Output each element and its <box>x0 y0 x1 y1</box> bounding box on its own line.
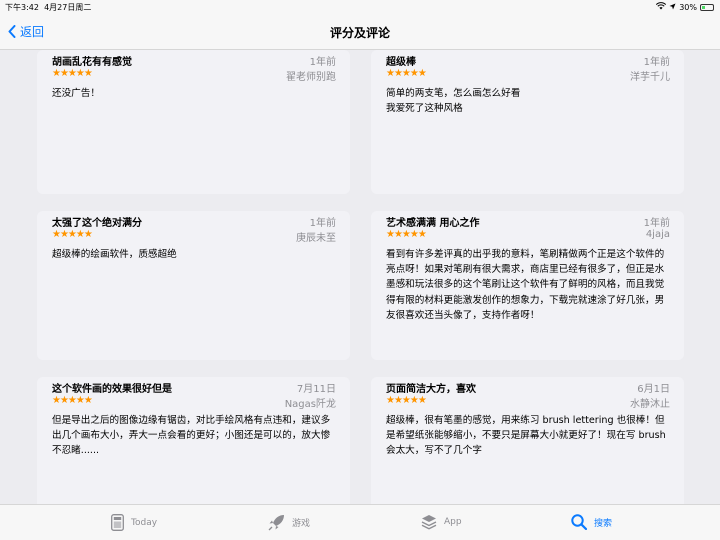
tab-games[interactable]: 游戏 <box>268 514 310 531</box>
tab-search[interactable]: 搜索 <box>571 514 612 530</box>
status-bar: 下午3:42 4月27日周二 30% <box>0 0 720 14</box>
review-stars: ★★★★★ <box>386 68 427 79</box>
review-card[interactable]: 太强了这个绝对满分 1年前 ★★★★★ 庚辰未至 超级棒的绘画软件，质感超绝 <box>37 211 350 360</box>
review-stars: ★★★★★ <box>386 229 427 240</box>
review-title: 超级棒 <box>386 57 416 68</box>
status-right: 30% <box>656 2 714 12</box>
tab-label: 游戏 <box>292 519 311 529</box>
review-author: 洋芋千儿 <box>630 72 670 83</box>
review-author: Nagas阡龙 <box>284 399 336 410</box>
tab-bar: Today 游戏 App 搜索 <box>0 504 720 540</box>
tab-label: 搜索 <box>594 518 613 529</box>
tab-apps[interactable]: App <box>421 514 462 530</box>
tab-label: App <box>444 517 462 527</box>
review-body: 超级棒，很有笔墨的感觉，用来练习 brush lettering 也很棒！但是希… <box>386 415 666 457</box>
review-stars: ★★★★★ <box>52 395 93 406</box>
rocket-icon <box>268 515 284 531</box>
review-title: 太强了这个绝对满分 <box>52 218 142 229</box>
today-icon <box>111 514 124 531</box>
review-body: 超级棒的绘画软件，质感超绝 <box>52 249 177 260</box>
review-date: 6月1日 <box>637 384 670 395</box>
review-card[interactable]: 胡画乱花有有感觉 1年前 ★★★★★ 翟老师别跑 还没广告！ <box>37 50 350 194</box>
review-author: 水静沐止 <box>630 399 670 410</box>
review-author: 4jaja <box>645 229 670 240</box>
location-icon <box>669 3 676 12</box>
status-time: 下午3:42 <box>5 3 39 12</box>
review-date: 1年前 <box>309 57 336 68</box>
battery-fill <box>702 5 705 9</box>
page-title: 评分及评论 <box>329 26 390 40</box>
review-title: 这个软件画的效果很好但是 <box>52 384 172 395</box>
status-date: 4月27日周二 <box>44 3 92 12</box>
review-card[interactable]: 页面简洁大方，喜欢 6月1日 ★★★★★ 水静沐止 超级棒，很有笔墨的感觉，用来… <box>371 377 684 504</box>
search-icon <box>571 514 587 530</box>
tab-today[interactable]: Today <box>111 514 157 531</box>
status-left: 下午3:42 4月27日周二 <box>5 2 91 13</box>
wifi-icon <box>656 2 667 12</box>
review-date: 1年前 <box>643 57 670 68</box>
review-title: 页面简洁大方，喜欢 <box>386 384 476 395</box>
review-card[interactable]: 艺术感满满 用心之作 1年前 ★★★★★ 4jaja 看到有许多差评真的出乎我的… <box>371 211 684 360</box>
review-stars: ★★★★★ <box>52 68 93 79</box>
review-author: 庚辰未至 <box>296 233 336 244</box>
review-date: 1年前 <box>309 218 336 229</box>
review-card[interactable]: 这个软件画的效果很好但是 7月11日 ★★★★★ Nagas阡龙 但是导出之后的… <box>37 377 350 504</box>
tab-label: Today <box>131 517 158 528</box>
review-date: 1年前 <box>643 218 670 229</box>
review-body: 简单的两支笔，怎么画怎么好看 我爱死了这种风格 <box>386 88 521 115</box>
battery-icon <box>700 3 714 11</box>
review-author: 翟老师别跑 <box>286 72 336 83</box>
review-date: 7月11日 <box>296 384 336 395</box>
review-stars: ★★★★★ <box>52 229 93 240</box>
review-title: 胡画乱花有有感觉 <box>52 57 132 68</box>
review-card[interactable]: 超级棒 1年前 ★★★★★ 洋芋千儿 简单的两支笔，怎么画怎么好看 我爱死了这种… <box>371 50 684 194</box>
review-title: 艺术感满满 用心之作 <box>386 218 480 229</box>
review-body: 看到有许多差评真的出乎我的意料，笔刷精做两个正是这个软件的亮点呀！如果对笔刷有很… <box>386 249 665 321</box>
battery-percent: 30% <box>679 2 697 12</box>
apps-stack-icon <box>421 515 437 530</box>
nav-bar: 返回 评分及评论 <box>0 14 720 50</box>
review-body: 但是导出之后的图像边缘有锯齿，对比手绘风格有点违和，建议多出几个画布大小，弄大一… <box>52 415 331 457</box>
reviews-list[interactable]: 胡画乱花有有感觉 1年前 ★★★★★ 翟老师别跑 还没广告！ 超级棒 1年前 ★… <box>0 50 720 504</box>
review-body: 还没广告！ <box>52 88 100 99</box>
review-stars: ★★★★★ <box>386 395 427 406</box>
